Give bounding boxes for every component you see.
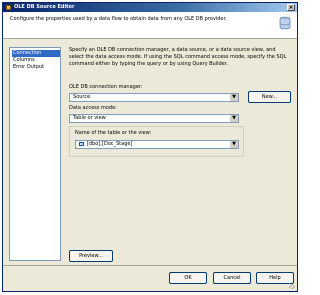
connection-manager-value: Source xyxy=(73,94,91,100)
table-name-combo[interactable]: [dbo].[Doc_Stage] ▼ xyxy=(75,140,239,149)
preview-button[interactable]: Preview... xyxy=(69,250,113,262)
access-mode-value: Table or view xyxy=(73,115,106,121)
header-description: Configure the properties used by a data … xyxy=(10,16,227,22)
new-button[interactable]: New... xyxy=(248,91,291,103)
chevron-down-icon[interactable]: ▼ xyxy=(229,115,238,122)
divider xyxy=(3,265,297,266)
access-mode-combo[interactable]: Table or view ▼ xyxy=(69,114,239,123)
access-mode-label: Data access mode: xyxy=(69,105,117,111)
ok-button[interactable]: OK xyxy=(169,272,207,284)
chevron-down-icon[interactable]: ▼ xyxy=(229,94,238,101)
resize-grip[interactable] xyxy=(289,283,295,289)
main-description: Specify an OLE DB connection manager, a … xyxy=(69,47,287,67)
close-button[interactable]: × xyxy=(287,4,295,11)
nav-item-columns[interactable]: Columns xyxy=(12,57,36,64)
cancel-button[interactable]: Cancel xyxy=(213,272,251,284)
table-name-group: Name of the table or the view: [dbo].[Do… xyxy=(69,126,244,157)
nav-item-error-output[interactable]: Error Output xyxy=(12,64,45,71)
table-name-value: [dbo].[Doc_Stage] xyxy=(87,141,133,147)
database-icon xyxy=(279,16,291,30)
connection-manager-label: OLE DB connection manager: xyxy=(69,84,143,90)
title-bar[interactable]: OLE DB Source Editor × xyxy=(3,3,297,12)
navigation-list: Connection Manager Columns Error Output xyxy=(9,47,61,261)
chevron-down-icon[interactable]: ▼ xyxy=(229,141,238,148)
connection-manager-combo[interactable]: Source ▼ xyxy=(69,93,239,102)
table-name-label: Name of the table or the view: xyxy=(75,130,152,136)
header-panel: Configure the properties used by a data … xyxy=(3,12,297,39)
ole-db-source-editor-window: OLE DB Source Editor × Configure the pro… xyxy=(2,2,298,292)
app-icon xyxy=(6,5,11,10)
table-icon xyxy=(79,141,84,146)
window-title: OLE DB Source Editor xyxy=(14,4,75,10)
nav-item-connection-manager[interactable]: Connection Manager xyxy=(12,50,60,63)
